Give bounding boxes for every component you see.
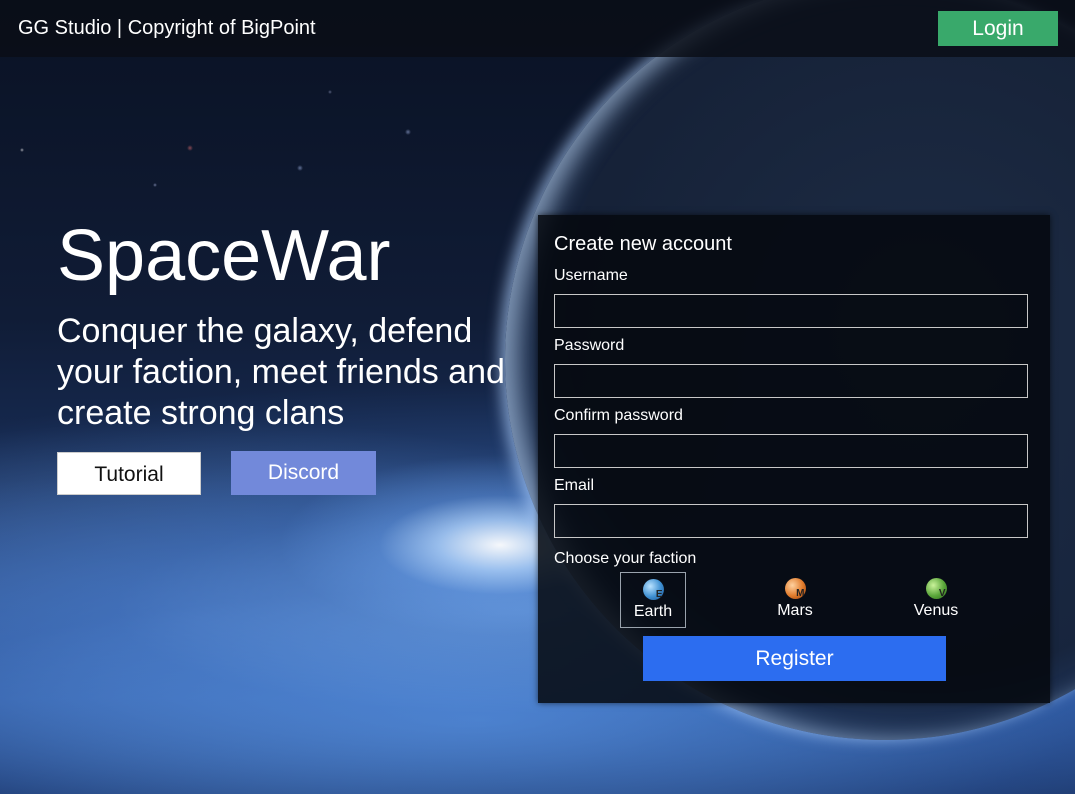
- faction-name-earth: Earth: [633, 603, 673, 620]
- confirm-password-input[interactable]: [554, 434, 1028, 468]
- password-label: Password: [554, 337, 625, 354]
- register-title: Create new account: [554, 233, 732, 255]
- username-label: Username: [554, 267, 628, 284]
- faction-label: Choose your faction: [554, 550, 697, 567]
- mars-planet-icon: M: [784, 578, 806, 599]
- login-button[interactable]: Login: [938, 11, 1058, 46]
- password-input[interactable]: [554, 364, 1028, 398]
- discord-button[interactable]: Discord: [231, 451, 376, 495]
- register-button[interactable]: Register: [643, 636, 946, 681]
- page: GG Studio | Copyright of BigPoint Login …: [0, 0, 1075, 794]
- register-panel: Create new account Username Password Con…: [538, 215, 1050, 703]
- game-title: SpaceWar: [57, 216, 391, 296]
- venus-planet-icon: V: [925, 578, 947, 599]
- earth-planet-icon: E: [642, 579, 664, 600]
- confirm-password-label: Confirm password: [554, 407, 683, 424]
- faction-option-earth[interactable]: E Earth: [620, 572, 686, 628]
- game-tagline: Conquer the galaxy, defend your faction,…: [57, 312, 505, 432]
- faction-option-venus[interactable]: V Venus: [903, 572, 969, 628]
- username-input[interactable]: [554, 294, 1028, 328]
- brand-copyright: GG Studio | Copyright of BigPoint: [18, 17, 316, 39]
- faction-name-venus: Venus: [913, 602, 959, 619]
- email-input[interactable]: [554, 504, 1028, 538]
- faction-name-mars: Mars: [777, 602, 813, 619]
- top-bar: GG Studio | Copyright of BigPoint Login: [0, 0, 1075, 57]
- email-label: Email: [554, 477, 595, 494]
- faction-option-mars[interactable]: M Mars: [762, 572, 828, 628]
- tutorial-button[interactable]: Tutorial: [57, 452, 201, 495]
